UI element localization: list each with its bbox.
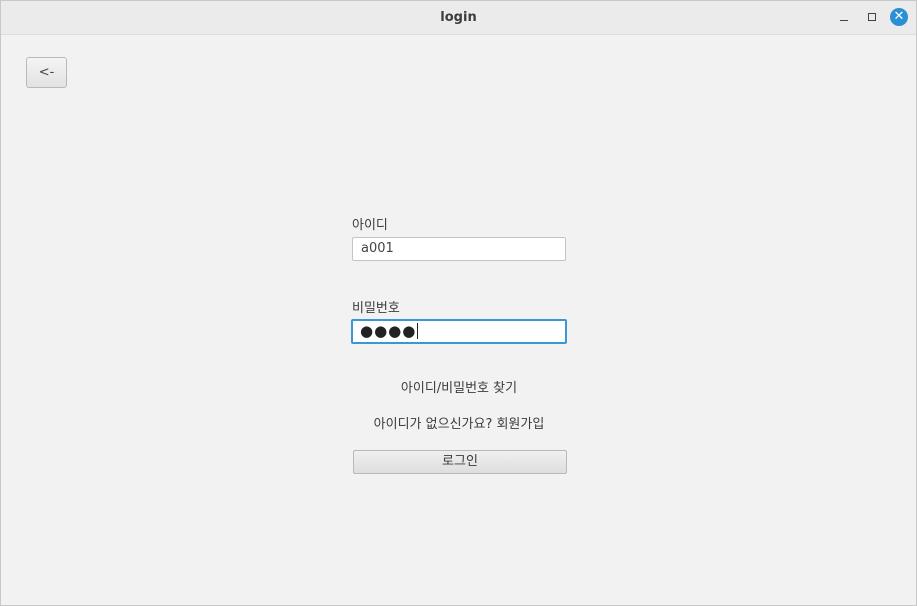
minimize-icon <box>840 20 848 21</box>
text-caret <box>417 323 419 339</box>
find-account-link[interactable]: 아이디/비밀번호 찾기 <box>353 377 565 396</box>
title-bar: login ✕ <box>1 1 916 35</box>
maximize-icon <box>868 13 876 21</box>
maximize-button[interactable] <box>863 8 881 26</box>
signup-link[interactable]: 아이디가 없으신가요? 회원가입 <box>341 413 577 432</box>
password-label: 비밀번호 <box>352 301 400 316</box>
password-input[interactable]: ●●●● <box>351 319 567 344</box>
id-input-value: a001 <box>361 241 394 256</box>
close-button[interactable]: ✕ <box>890 8 908 26</box>
window-title: login <box>440 10 477 25</box>
login-button[interactable]: 로그인 <box>353 450 567 474</box>
password-input-value: ●●●● <box>360 322 417 340</box>
id-input[interactable]: a001 <box>352 237 566 261</box>
minimize-button[interactable] <box>835 8 853 26</box>
id-label: 아이디 <box>352 218 388 233</box>
login-window: login ✕ <- 아이디 a001 비밀번호 ●●●● 아이디/비밀번호 찾… <box>0 0 917 606</box>
back-button[interactable]: <- <box>26 57 67 88</box>
close-icon: ✕ <box>890 8 908 26</box>
